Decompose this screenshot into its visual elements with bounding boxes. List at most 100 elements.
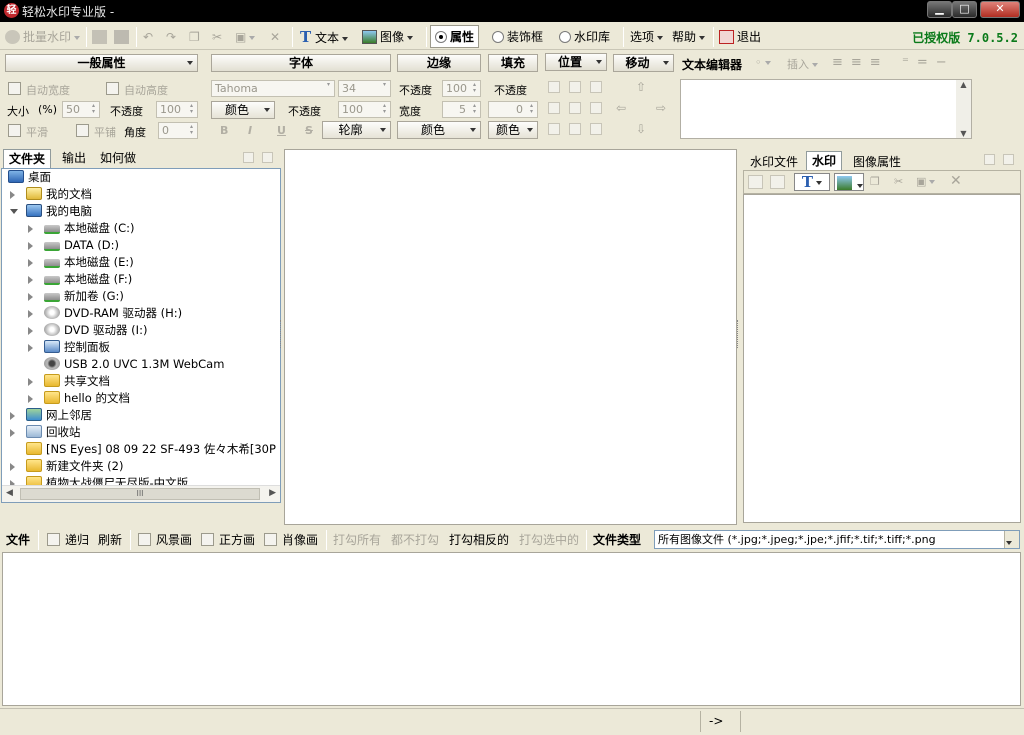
check-selected-button[interactable]: 打勾选中的 <box>519 532 579 548</box>
text-editor-area[interactable]: ▲ ▼ <box>680 79 972 139</box>
image-button[interactable]: 图像 <box>362 27 414 47</box>
add-image-watermark-button[interactable] <box>834 173 864 191</box>
move-left-icon[interactable]: ⇦ <box>616 101 626 115</box>
portrait-checkbox[interactable] <box>264 533 277 546</box>
help-menu[interactable]: 帮助 <box>672 27 706 47</box>
tree-node[interactable]: [NS Eyes] 08 09 22 SF-493 佐々木希[30P 94MB] <box>26 441 280 458</box>
check-invert-button[interactable]: 打勾相反的 <box>449 532 509 548</box>
check-none-button[interactable]: 都不打勾 <box>391 532 439 548</box>
file-list[interactable] <box>2 552 1021 706</box>
refresh-button[interactable]: 刷新 <box>98 532 122 548</box>
expand-icon[interactable] <box>28 276 33 284</box>
tree-node[interactable]: 本地磁盘 (C:) <box>28 220 135 237</box>
tree-node[interactable]: 本地磁盘 (E:) <box>28 254 134 271</box>
position-cell[interactable] <box>590 123 602 135</box>
fill-color-dropdown[interactable]: 颜色 <box>488 121 538 139</box>
right-splitter[interactable] <box>737 320 740 348</box>
position-cell[interactable] <box>590 102 602 114</box>
tree-node[interactable]: 桌面 <box>8 169 51 186</box>
file-type-chevron-down-icon[interactable] <box>1004 531 1019 548</box>
expand-icon[interactable] <box>28 225 33 233</box>
tree-node[interactable]: 回收站 <box>10 424 81 441</box>
cut-icon[interactable]: ✂ <box>212 27 222 47</box>
expand-icon[interactable] <box>10 412 15 420</box>
outline-dropdown[interactable]: 轮廓 <box>322 121 391 139</box>
tree-node[interactable]: 网上邻居 <box>10 407 92 424</box>
right-panel-pin-icon[interactable] <box>984 154 995 165</box>
tree-node[interactable]: DATA (D:) <box>28 237 119 254</box>
left-splitter[interactable] <box>280 320 283 348</box>
preview-canvas[interactable] <box>284 149 737 525</box>
underline-button[interactable]: U <box>277 124 286 137</box>
auto-height-checkbox[interactable] <box>106 82 119 95</box>
tab-howto[interactable]: 如何做 <box>95 149 141 168</box>
expand-icon[interactable] <box>28 310 33 318</box>
tile-checkbox[interactable] <box>76 124 89 137</box>
border-width-spinner[interactable]: 5 ▴ ▾ <box>442 101 481 118</box>
recursive-checkbox[interactable] <box>47 533 60 546</box>
position-cell[interactable] <box>548 123 560 135</box>
tab-output[interactable]: 输出 <box>57 149 91 168</box>
bold-button[interactable]: B <box>220 124 228 137</box>
tree-node[interactable]: 新建文件夹 (2) <box>10 458 123 475</box>
border-color-dropdown[interactable]: 颜色 <box>397 121 481 139</box>
expand-icon[interactable] <box>10 463 15 471</box>
position-cell[interactable] <box>569 123 581 135</box>
insert-dropdown[interactable]: 插入 <box>787 56 818 72</box>
angle-spinner[interactable]: 0 ▴ ▾ <box>158 122 198 139</box>
wm-copy-icon[interactable]: ❐ <box>870 175 880 188</box>
general-properties-dropdown[interactable]: 一般属性 <box>5 54 198 72</box>
options-menu[interactable]: 选项 <box>630 27 664 47</box>
right-panel-close-icon[interactable] <box>1003 154 1014 165</box>
tree-node[interactable]: 新加卷 (G:) <box>28 288 124 305</box>
size-spinner[interactable]: 50 ▴ ▾ <box>62 101 100 118</box>
font-color-dropdown[interactable]: 颜色 <box>211 101 275 119</box>
redo-icon[interactable]: ↷ <box>166 27 176 47</box>
tab-watermark[interactable]: 水印 <box>806 151 843 170</box>
expand-icon[interactable] <box>28 378 33 386</box>
square-checkbox[interactable] <box>201 533 214 546</box>
decor-frame-tab[interactable]: 装饰框 <box>492 27 543 47</box>
wm-delete-icon[interactable]: ✕ <box>950 173 962 189</box>
copy-icon[interactable]: ❐ <box>189 27 200 47</box>
expand-icon[interactable] <box>28 259 33 267</box>
align-icons[interactable]: ≡≡≡ <box>832 55 889 70</box>
move-up-icon[interactable]: ⇧ <box>636 80 646 94</box>
panel-pin-icon[interactable] <box>243 152 254 163</box>
expand-icon[interactable] <box>10 429 15 437</box>
expand-icon[interactable] <box>28 327 33 335</box>
scroll-right-icon[interactable]: ▶ <box>269 488 276 498</box>
move-right-icon[interactable]: ⇨ <box>656 101 666 115</box>
italic-button[interactable]: I <box>248 124 252 137</box>
strike-button[interactable]: S <box>305 124 313 137</box>
watermark-list[interactable] <box>743 194 1021 523</box>
maximize-button[interactable]: □ <box>952 1 977 18</box>
tree-node[interactable]: 控制面板 <box>28 339 110 356</box>
tab-folders[interactable]: 文件夹 <box>3 149 52 168</box>
expand-icon[interactable] <box>28 344 33 352</box>
font-opacity-spinner[interactable]: 100 ▴ ▾ <box>338 101 391 118</box>
fill-spinner[interactable]: 0 ▴ ▾ <box>488 101 538 118</box>
text-button[interactable]: T 文本 <box>300 27 349 47</box>
smooth-checkbox[interactable] <box>8 124 21 137</box>
tree-node[interactable]: 我的文档 <box>10 186 92 203</box>
tree-node[interactable]: USB 2.0 UVC 1.3M WebCam <box>44 356 224 373</box>
border-opacity-spinner[interactable]: 100 ▴ ▾ <box>442 80 481 97</box>
position-cell[interactable] <box>569 102 581 114</box>
position-dropdown[interactable]: 位置 <box>545 53 607 71</box>
editor-option-icon[interactable]: ◦ <box>755 56 771 69</box>
move-up-layer-icon[interactable] <box>748 175 763 189</box>
scroll-left-icon[interactable]: ◀ <box>6 488 13 498</box>
landscape-checkbox[interactable] <box>138 533 151 546</box>
delete-icon[interactable]: ✕ <box>270 27 280 47</box>
panel-close-icon[interactable] <box>262 152 273 163</box>
file-type-select[interactable]: 所有图像文件 (*.jpg;*.jpeg;*.jpe;*.jfif;*.tif;… <box>654 530 1020 549</box>
tree-node[interactable]: hello 的文档 <box>28 390 130 407</box>
attribute-tab[interactable]: 属性 <box>430 25 480 48</box>
wm-cut-icon[interactable]: ✂ <box>894 175 903 188</box>
close-button[interactable]: ✕ <box>980 1 1020 18</box>
undo-icon[interactable]: ↶ <box>143 27 153 47</box>
tree-node[interactable]: 我的电脑 <box>10 203 92 220</box>
opacity-spinner[interactable]: 100 ▴ ▾ <box>156 101 198 118</box>
move-down-layer-icon[interactable] <box>770 175 785 189</box>
